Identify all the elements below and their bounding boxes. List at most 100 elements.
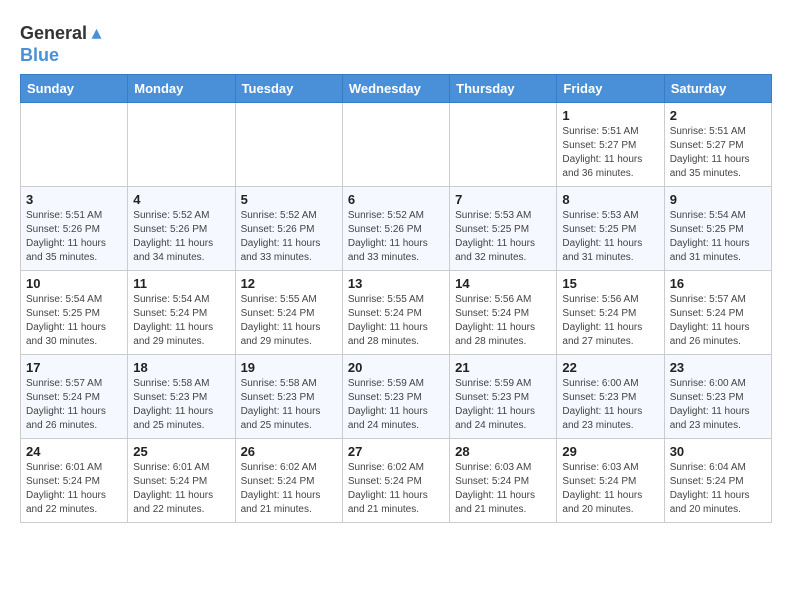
day-number: 19	[241, 360, 337, 375]
day-cell: 8 Sunrise: 5:53 AM Sunset: 5:25 PM Daylig…	[557, 187, 664, 271]
day-number: 20	[348, 360, 444, 375]
day-number: 28	[455, 444, 551, 459]
day-cell: 13 Sunrise: 5:55 AM Sunset: 5:24 PM Dayli…	[342, 271, 449, 355]
day-number: 3	[26, 192, 122, 207]
day-info: Sunrise: 6:01 AM Sunset: 5:24 PM Dayligh…	[133, 461, 229, 517]
day-info: Sunrise: 5:56 AM Sunset: 5:24 PM Dayligh…	[562, 293, 658, 349]
header-saturday: Saturday	[664, 75, 771, 103]
day-info: Sunrise: 5:58 AM Sunset: 5:23 PM Dayligh…	[241, 377, 337, 433]
day-number: 26	[241, 444, 337, 459]
week-row-1: 3 Sunrise: 5:51 AM Sunset: 5:26 PM Daylig…	[21, 187, 772, 271]
day-number: 7	[455, 192, 551, 207]
day-info: Sunrise: 5:51 AM Sunset: 5:27 PM Dayligh…	[562, 125, 658, 181]
week-row-4: 24 Sunrise: 6:01 AM Sunset: 5:24 PM Dayli…	[21, 439, 772, 523]
day-info: Sunrise: 5:55 AM Sunset: 5:24 PM Dayligh…	[241, 293, 337, 349]
day-cell: 14Sunrise: 5:56 AM Sunset: 5:24 PM Dayli…	[450, 271, 557, 355]
day-info: Sunrise: 5:51 AM Sunset: 5:26 PM Dayligh…	[26, 209, 122, 265]
day-number: 22	[562, 360, 658, 375]
day-number: 27	[348, 444, 444, 459]
day-number: 9	[670, 192, 766, 207]
header-monday: Monday	[128, 75, 235, 103]
day-number: 6	[348, 192, 444, 207]
day-number: 30	[670, 444, 766, 459]
day-number: 11	[133, 276, 229, 291]
day-number: 12	[241, 276, 337, 291]
day-cell: 29 Sunrise: 6:03 AM Sunset: 5:24 PM Dayli…	[557, 439, 664, 523]
day-cell	[235, 103, 342, 187]
day-info: Sunrise: 5:57 AM Sunset: 5:24 PM Dayligh…	[670, 293, 766, 349]
day-cell: 30Sunrise: 6:04 AM Sunset: 5:24 PM Dayli…	[664, 439, 771, 523]
day-cell: 7 Sunrise: 5:53 AM Sunset: 5:25 PM Daylig…	[450, 187, 557, 271]
day-cell	[342, 103, 449, 187]
day-cell: 21Sunrise: 5:59 AM Sunset: 5:23 PM Dayli…	[450, 355, 557, 439]
logo: General ▴ Blue	[20, 20, 102, 66]
day-cell: 20Sunrise: 5:59 AM Sunset: 5:23 PM Dayli…	[342, 355, 449, 439]
day-info: Sunrise: 6:03 AM Sunset: 5:24 PM Dayligh…	[455, 461, 551, 517]
day-info: Sunrise: 5:52 AM Sunset: 5:26 PM Dayligh…	[241, 209, 337, 265]
day-info: Sunrise: 5:53 AM Sunset: 5:25 PM Dayligh…	[455, 209, 551, 265]
day-number: 4	[133, 192, 229, 207]
day-number: 16	[670, 276, 766, 291]
day-cell: 22 Sunrise: 6:00 AM Sunset: 5:23 PM Dayli…	[557, 355, 664, 439]
day-number: 8	[562, 192, 658, 207]
day-info: Sunrise: 5:55 AM Sunset: 5:24 PM Dayligh…	[348, 293, 444, 349]
header-thursday: Thursday	[450, 75, 557, 103]
day-cell: 24 Sunrise: 6:01 AM Sunset: 5:24 PM Dayli…	[21, 439, 128, 523]
week-row-0: 1Sunrise: 5:51 AM Sunset: 5:27 PM Daylig…	[21, 103, 772, 187]
day-number: 18	[133, 360, 229, 375]
day-cell	[21, 103, 128, 187]
day-cell: 28 Sunrise: 6:03 AM Sunset: 5:24 PM Dayli…	[450, 439, 557, 523]
day-number: 29	[562, 444, 658, 459]
calendar-header-row: SundayMondayTuesdayWednesdayThursdayFrid…	[21, 75, 772, 103]
day-info: Sunrise: 6:03 AM Sunset: 5:24 PM Dayligh…	[562, 461, 658, 517]
day-number: 10	[26, 276, 122, 291]
day-info: Sunrise: 5:54 AM Sunset: 5:24 PM Dayligh…	[133, 293, 229, 349]
day-info: Sunrise: 5:52 AM Sunset: 5:26 PM Dayligh…	[133, 209, 229, 265]
week-row-2: 10Sunrise: 5:54 AM Sunset: 5:25 PM Dayli…	[21, 271, 772, 355]
day-cell: 17 Sunrise: 5:57 AM Sunset: 5:24 PM Dayli…	[21, 355, 128, 439]
day-cell: 25 Sunrise: 6:01 AM Sunset: 5:24 PM Dayli…	[128, 439, 235, 523]
day-cell: 27 Sunrise: 6:02 AM Sunset: 5:24 PM Dayli…	[342, 439, 449, 523]
header-tuesday: Tuesday	[235, 75, 342, 103]
day-info: Sunrise: 5:54 AM Sunset: 5:25 PM Dayligh…	[670, 209, 766, 265]
logo-text: General ▴	[20, 20, 102, 45]
day-number: 25	[133, 444, 229, 459]
calendar-table: SundayMondayTuesdayWednesdayThursdayFrid…	[20, 74, 772, 523]
header-sunday: Sunday	[21, 75, 128, 103]
day-cell: 12 Sunrise: 5:55 AM Sunset: 5:24 PM Dayli…	[235, 271, 342, 355]
day-info: Sunrise: 6:02 AM Sunset: 5:24 PM Dayligh…	[348, 461, 444, 517]
day-cell: 23 Sunrise: 6:00 AM Sunset: 5:23 PM Dayli…	[664, 355, 771, 439]
day-info: Sunrise: 5:58 AM Sunset: 5:23 PM Dayligh…	[133, 377, 229, 433]
day-cell	[450, 103, 557, 187]
day-cell: 2Sunrise: 5:51 AM Sunset: 5:27 PM Daylig…	[664, 103, 771, 187]
day-info: Sunrise: 5:52 AM Sunset: 5:26 PM Dayligh…	[348, 209, 444, 265]
day-info: Sunrise: 6:00 AM Sunset: 5:23 PM Dayligh…	[670, 377, 766, 433]
day-cell: 5 Sunrise: 5:52 AM Sunset: 5:26 PM Daylig…	[235, 187, 342, 271]
day-cell: 6 Sunrise: 5:52 AM Sunset: 5:26 PM Daylig…	[342, 187, 449, 271]
day-info: Sunrise: 6:00 AM Sunset: 5:23 PM Dayligh…	[562, 377, 658, 433]
logo-blue: Blue	[20, 45, 59, 65]
day-info: Sunrise: 6:01 AM Sunset: 5:24 PM Dayligh…	[26, 461, 122, 517]
day-cell: 4 Sunrise: 5:52 AM Sunset: 5:26 PM Daylig…	[128, 187, 235, 271]
day-number: 15	[562, 276, 658, 291]
day-cell: 18 Sunrise: 5:58 AM Sunset: 5:23 PM Dayli…	[128, 355, 235, 439]
day-cell: 11 Sunrise: 5:54 AM Sunset: 5:24 PM Dayli…	[128, 271, 235, 355]
day-number: 23	[670, 360, 766, 375]
day-number: 5	[241, 192, 337, 207]
day-number: 17	[26, 360, 122, 375]
day-cell: 10Sunrise: 5:54 AM Sunset: 5:25 PM Dayli…	[21, 271, 128, 355]
day-number: 24	[26, 444, 122, 459]
day-info: Sunrise: 5:59 AM Sunset: 5:23 PM Dayligh…	[455, 377, 551, 433]
day-info: Sunrise: 5:57 AM Sunset: 5:24 PM Dayligh…	[26, 377, 122, 433]
day-info: Sunrise: 5:53 AM Sunset: 5:25 PM Dayligh…	[562, 209, 658, 265]
week-row-3: 17 Sunrise: 5:57 AM Sunset: 5:24 PM Dayli…	[21, 355, 772, 439]
logo-bird-icon: ▴	[92, 22, 102, 44]
day-cell: 15 Sunrise: 5:56 AM Sunset: 5:24 PM Dayli…	[557, 271, 664, 355]
day-info: Sunrise: 6:02 AM Sunset: 5:24 PM Dayligh…	[241, 461, 337, 517]
day-number: 13	[348, 276, 444, 291]
header-wednesday: Wednesday	[342, 75, 449, 103]
day-number: 14	[455, 276, 551, 291]
page-header: General ▴ Blue	[20, 20, 772, 66]
logo-general: General	[20, 23, 87, 43]
day-cell: 1Sunrise: 5:51 AM Sunset: 5:27 PM Daylig…	[557, 103, 664, 187]
